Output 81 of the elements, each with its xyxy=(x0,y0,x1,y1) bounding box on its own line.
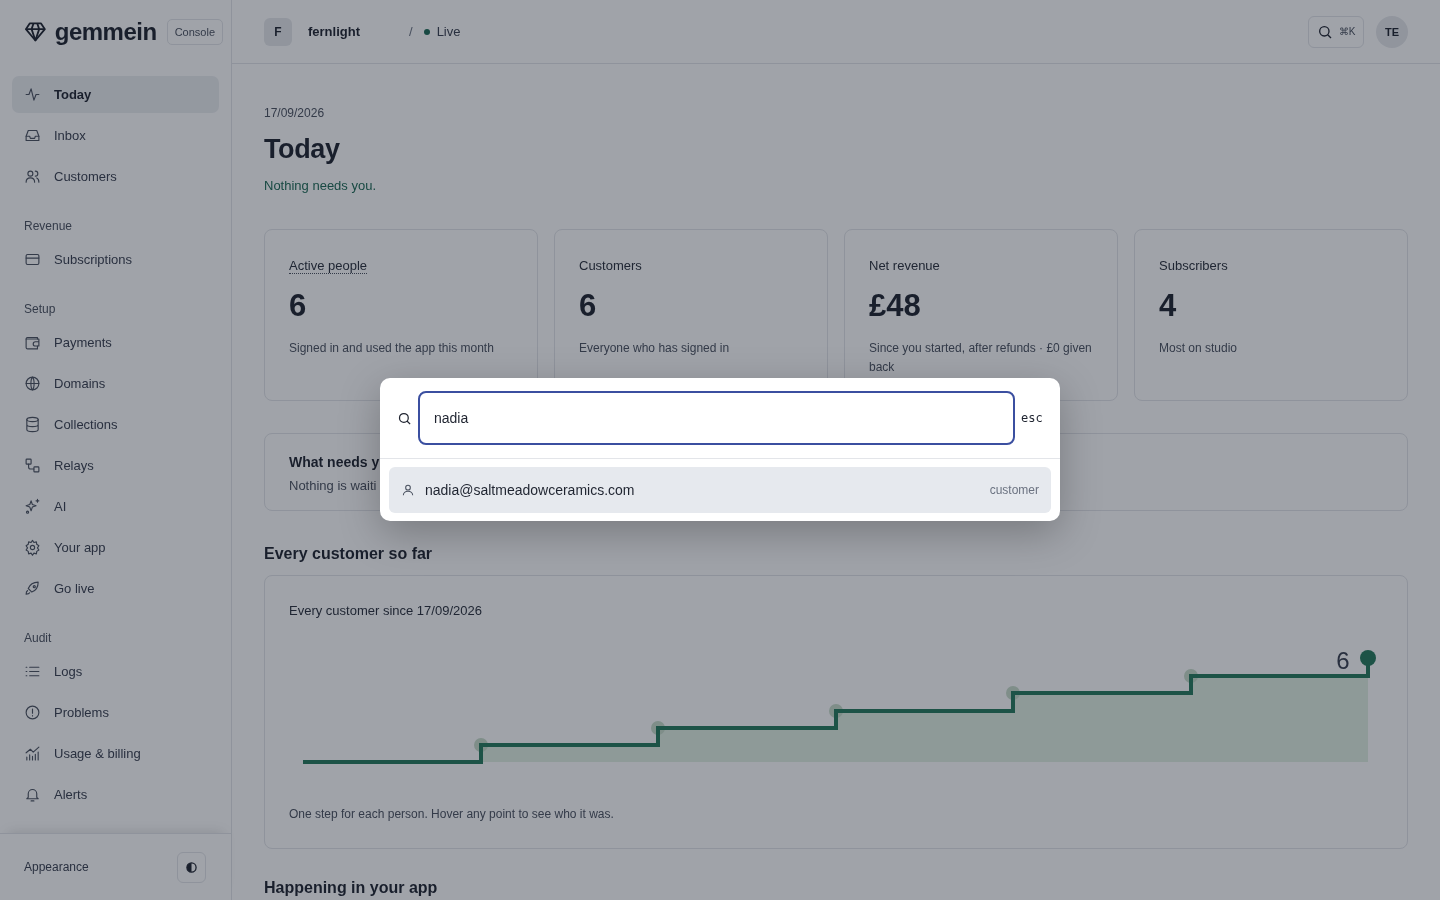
stat-note: Everyone who has signed in xyxy=(579,340,731,357)
pulse-line-icon xyxy=(24,86,41,103)
search-button[interactable]: ⌘K xyxy=(1308,15,1364,48)
chart-point[interactable] xyxy=(651,721,665,735)
sidebar-item[interactable]: Payments xyxy=(12,324,219,361)
bell-icon xyxy=(24,786,41,803)
stat-label: Net revenue xyxy=(869,258,940,273)
person-icon xyxy=(401,483,415,497)
user-avatar[interactable]: TE xyxy=(1376,15,1408,48)
sidebar-item[interactable]: Domains xyxy=(12,365,219,402)
diamond-logo-icon xyxy=(24,20,47,44)
sidebar-item[interactable]: Today xyxy=(12,76,219,113)
chart-point[interactable] xyxy=(474,738,488,752)
bar-chart-icon xyxy=(24,745,41,762)
project-name[interactable]: fernlight xyxy=(308,24,408,39)
status-dot-icon xyxy=(423,28,430,35)
breadcrumb-separator: / xyxy=(409,24,413,39)
sidebar-item[interactable]: Alerts xyxy=(12,776,219,813)
page-title: Today xyxy=(264,134,341,165)
search-icon xyxy=(397,410,412,426)
stat-note: Most on studio xyxy=(1159,340,1239,357)
chart-point[interactable] xyxy=(1006,686,1020,700)
inbox-tray-icon xyxy=(24,127,41,144)
sparkle-icon xyxy=(24,498,41,515)
linked-squares-icon xyxy=(24,457,41,474)
half-circle-icon xyxy=(186,861,197,873)
people-icon xyxy=(24,168,41,185)
stat-value: £48 xyxy=(869,288,922,324)
chart-title: Every customer since 17/09/2026 xyxy=(289,603,483,618)
page-date: 17/09/2026 xyxy=(264,106,326,120)
section-heading: Every customer so far xyxy=(264,545,434,563)
sidebar-item[interactable]: Usage & billing xyxy=(12,735,219,772)
theme-toggle-button[interactable] xyxy=(177,851,206,883)
search-icon xyxy=(1316,23,1333,40)
sidebar-item[interactable]: Inbox xyxy=(12,117,219,154)
stat-label: Customers xyxy=(579,258,642,273)
stat-value: 6 xyxy=(289,288,308,324)
wallet-icon xyxy=(24,334,41,351)
section-heading: Happening in your app xyxy=(264,879,439,897)
environment-status: Live xyxy=(436,24,461,39)
console-badge: Console xyxy=(166,19,223,45)
search-field[interactable]: nadia xyxy=(418,391,1015,445)
sidebar-item[interactable]: Customers xyxy=(12,158,219,195)
appearance-label: Appearance xyxy=(24,860,89,874)
nav-section-heading: Audit xyxy=(23,630,53,647)
sidebar-item[interactable]: Problems xyxy=(12,694,219,731)
database-icon xyxy=(24,416,41,433)
settings-icon xyxy=(24,539,41,556)
chart-end-label: 6 xyxy=(1336,647,1350,674)
sidebar-item[interactable]: Your app xyxy=(12,529,219,566)
stat-label: Subscribers xyxy=(1159,258,1228,273)
stat-note: Since you started, after refunds · £0 given back xyxy=(869,340,1093,376)
sidebar-item[interactable]: Collections xyxy=(12,406,219,443)
rocket-icon xyxy=(24,580,41,597)
result-type: customer xyxy=(989,483,1039,497)
escape-key-hint: esc xyxy=(1021,411,1043,425)
status-message: Nothing needs you. xyxy=(264,178,378,193)
stat-label: Active people xyxy=(289,258,368,274)
nav-section-heading: Revenue xyxy=(23,218,74,235)
sidebar-item[interactable]: Subscriptions xyxy=(12,241,219,278)
globe-icon xyxy=(24,375,41,392)
result-email: nadia@saltmeadowceramics.com xyxy=(425,482,636,498)
project-avatar: F xyxy=(264,17,292,46)
chart-point[interactable] xyxy=(829,704,843,718)
chart-end-point[interactable] xyxy=(1360,650,1376,666)
search-result[interactable]: nadia@saltmeadowceramics.com customer xyxy=(389,467,1051,513)
brand-name: gemmein xyxy=(54,18,157,46)
chart-point[interactable] xyxy=(1184,669,1198,683)
attention-title: What needs y xyxy=(289,454,380,470)
stat-value: 4 xyxy=(1159,288,1178,324)
chart-footnote: One step for each person. Hover any point to see who it was. xyxy=(289,807,615,821)
stat-value: 6 xyxy=(579,288,598,324)
card-icon xyxy=(24,251,41,268)
nav-section-heading: Setup xyxy=(23,301,57,318)
sidebar-item[interactable]: Logs xyxy=(12,653,219,690)
exclamation-circle-icon xyxy=(24,704,41,721)
sidebar-item[interactable]: Relays xyxy=(12,447,219,484)
sidebar-item[interactable]: AI xyxy=(12,488,219,525)
attention-text: Nothing is waiti xyxy=(289,478,377,493)
sidebar-item[interactable]: Go live xyxy=(12,570,219,607)
stat-note: Signed in and used the app this month xyxy=(289,340,495,357)
